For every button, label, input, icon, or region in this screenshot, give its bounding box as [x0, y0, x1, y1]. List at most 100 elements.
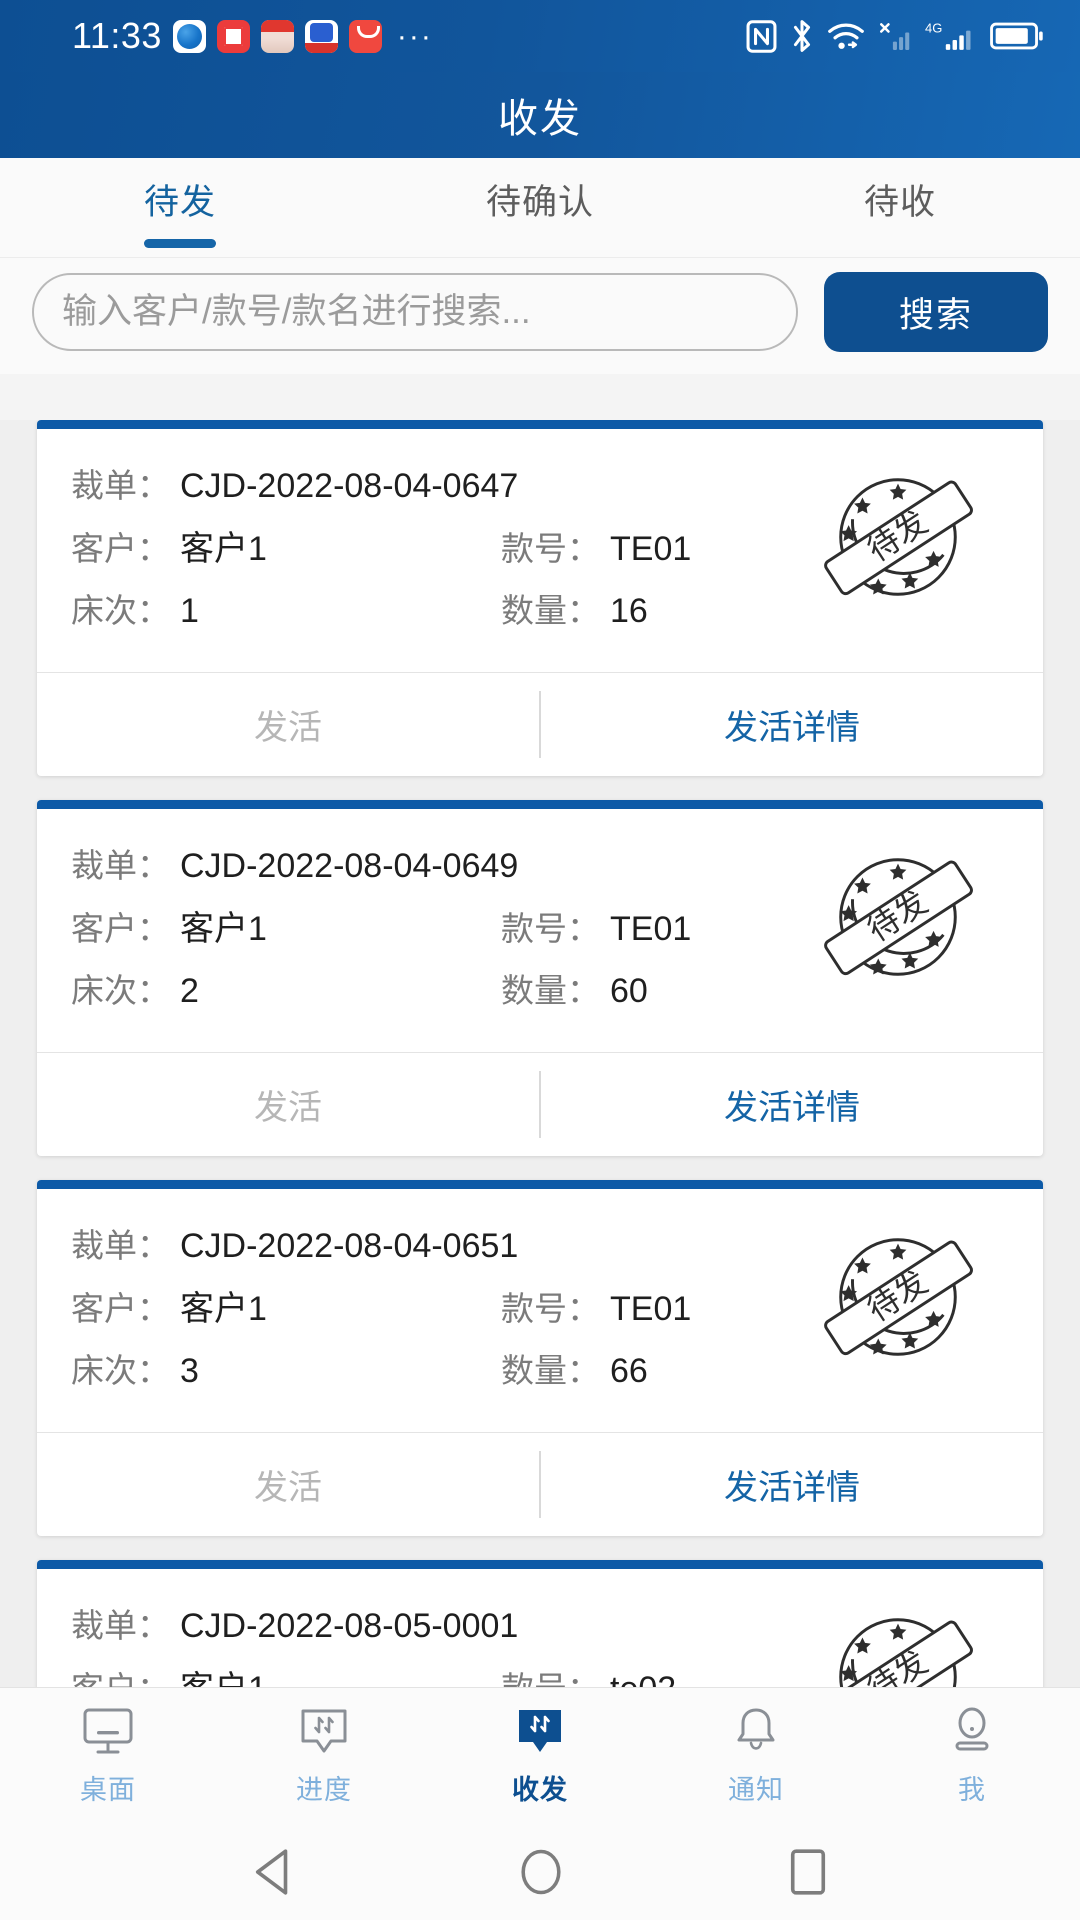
value-customer: 客户1	[180, 910, 267, 948]
status-bar-left: 11:33 ···	[72, 15, 433, 57]
order-card[interactable]: 裁单： CJD-2022-08-05-0001 客户： 客户1 款号： te02	[37, 1560, 1043, 1687]
overflow-dots-icon: ···	[396, 19, 433, 53]
search-box[interactable]	[32, 273, 798, 351]
label-order: 裁单：	[71, 467, 170, 504]
value-order: CJD-2022-08-04-0649	[180, 847, 519, 885]
status-stamp-icon: 待发	[824, 478, 973, 596]
nav-item-dispatch[interactable]: 收发	[432, 1705, 648, 1807]
label-quantity: 数量：	[501, 592, 600, 629]
home-circle-icon[interactable]	[517, 1846, 565, 1898]
tab-indicator	[864, 239, 936, 248]
order-card[interactable]: 裁单： CJD-2022-08-04-0647 客户： 客户1 款号： TE01	[37, 420, 1043, 776]
back-triangle-icon[interactable]	[249, 1847, 297, 1897]
label-bed-no: 床次：	[71, 1352, 170, 1389]
box-icon	[260, 19, 294, 53]
phone-screen: 11:33 ··· 4G 收发 待发 待确认 待收 输入客户/款号/款名进行搜索…	[0, 0, 1080, 1920]
transfer-bubble-icon	[519, 1709, 561, 1752]
value-bed-no: 3	[180, 1352, 199, 1390]
label-style-no: 款号：	[501, 529, 600, 567]
value-style-no: te02	[610, 1670, 676, 1688]
send-detail-button[interactable]: 发活详情	[541, 1053, 1043, 1156]
value-order: CJD-2022-08-04-0647	[180, 467, 519, 505]
send-action-button[interactable]: 发活	[37, 1433, 539, 1536]
card-body: 裁单： CJD-2022-08-04-0647 客户： 客户1 款号： TE01	[37, 429, 1043, 672]
tab-bar: 待发 待确认 待收	[0, 158, 1080, 258]
order-card[interactable]: 裁单： CJD-2022-08-04-0649 客户： 客户1 款号： TE01	[37, 800, 1043, 1156]
tab-indicator	[144, 239, 216, 248]
android-navigation-bar	[0, 1823, 1080, 1920]
tab-pending-send[interactable]: 待发	[0, 158, 360, 248]
tab-pending-receive[interactable]: 待收	[720, 158, 1080, 248]
value-bed-no: 1	[180, 592, 199, 630]
search-input[interactable]	[62, 292, 768, 332]
tab-indicator	[504, 239, 576, 248]
value-style-no: TE01	[610, 1289, 692, 1328]
label-customer: 客户：	[71, 1662, 170, 1687]
search-button[interactable]: 搜索	[824, 272, 1048, 352]
search-row: 搜索	[0, 258, 1080, 374]
tab-label: 待收	[863, 183, 936, 222]
app-header: 收发	[0, 72, 1080, 158]
label-style-no: 款号：	[501, 909, 600, 947]
label-style-no: 款号：	[501, 1289, 600, 1327]
value-customer: 客户1	[180, 530, 267, 568]
status-stamp-icon: 待发	[824, 1618, 973, 1687]
label-bed-no: 床次：	[71, 592, 170, 629]
value-bed-no: 2	[180, 972, 199, 1010]
nav-item-profile[interactable]: 我	[864, 1705, 1080, 1807]
value-customer: 客户1	[180, 1661, 267, 1687]
field-style-no: 款号： te02	[501, 1662, 676, 1688]
label-bed-no: 床次：	[71, 972, 170, 1009]
send-detail-button[interactable]: 发活详情	[541, 1433, 1043, 1536]
field-bed-no: 床次： 1	[71, 584, 501, 632]
value-order: CJD-2022-08-04-0651	[180, 1227, 519, 1265]
card-accent-bar	[37, 800, 1043, 809]
signal-1-icon	[880, 22, 910, 50]
field-customer: 客户： 客户1	[71, 521, 501, 570]
nav-item-notifications[interactable]: 通知	[648, 1705, 864, 1807]
value-quantity: 66	[610, 1352, 648, 1390]
label-customer: 客户：	[71, 1290, 170, 1327]
card-body: 裁单： CJD-2022-08-04-0649 客户： 客户1 款号： TE01	[37, 809, 1043, 1052]
nav-item-progress[interactable]: 进度	[216, 1705, 432, 1807]
field-order: 裁单： CJD-2022-08-04-0647	[71, 459, 518, 507]
send-action-button[interactable]: 发活	[37, 673, 539, 776]
field-quantity: 数量： 16	[501, 584, 648, 632]
field-style-no: 款号： TE01	[501, 522, 691, 570]
recents-square-icon[interactable]	[785, 1847, 831, 1897]
status-clock: 11:33	[72, 15, 162, 56]
value-style-no: TE01	[610, 529, 692, 568]
label-order: 裁单：	[71, 1607, 170, 1644]
progress-bubble-icon	[301, 1709, 347, 1752]
wifi-icon	[828, 23, 864, 49]
nfc-icon	[746, 19, 777, 53]
status-stamp-icon: 待发	[824, 1238, 973, 1356]
field-style-no: 款号： TE01	[501, 1282, 691, 1330]
field-order: 裁单： CJD-2022-08-04-0651	[71, 1219, 518, 1267]
field-bed-no: 床次： 2	[71, 964, 501, 1012]
tab-pending-confirm[interactable]: 待确认	[360, 158, 720, 248]
huawei-icon	[348, 19, 382, 53]
send-detail-button[interactable]: 发活详情	[541, 673, 1043, 776]
nav-item-desktop[interactable]: 桌面	[0, 1705, 216, 1807]
book-icon	[216, 19, 250, 53]
tab-label: 待发	[143, 183, 216, 222]
status-stamp-icon: 待发	[824, 858, 973, 976]
nav-label: 通知	[728, 1774, 784, 1805]
field-bed-no: 床次： 3	[71, 1344, 501, 1392]
card-accent-bar	[37, 420, 1043, 429]
status-bar: 11:33 ··· 4G	[0, 0, 1080, 72]
status-bar-right: 4G	[746, 19, 1044, 53]
bluetooth-icon	[793, 20, 811, 52]
card-body: 裁单： CJD-2022-08-05-0001 客户： 客户1 款号： te02	[37, 1569, 1043, 1687]
value-quantity: 60	[610, 972, 648, 1010]
card-accent-bar	[37, 1180, 1043, 1189]
person-icon	[955, 1707, 989, 1750]
page-title: 收发	[498, 97, 582, 141]
field-order: 裁单： CJD-2022-08-04-0649	[71, 839, 518, 887]
card-body: 裁单： CJD-2022-08-04-0651 客户： 客户1 款号： TE01	[37, 1189, 1043, 1432]
order-card[interactable]: 裁单： CJD-2022-08-04-0651 客户： 客户1 款号： TE01	[37, 1180, 1043, 1536]
label-customer: 客户：	[71, 530, 170, 567]
order-list[interactable]: 裁单： CJD-2022-08-04-0647 客户： 客户1 款号： TE01	[0, 420, 1080, 1687]
send-action-button[interactable]: 发活	[37, 1053, 539, 1156]
